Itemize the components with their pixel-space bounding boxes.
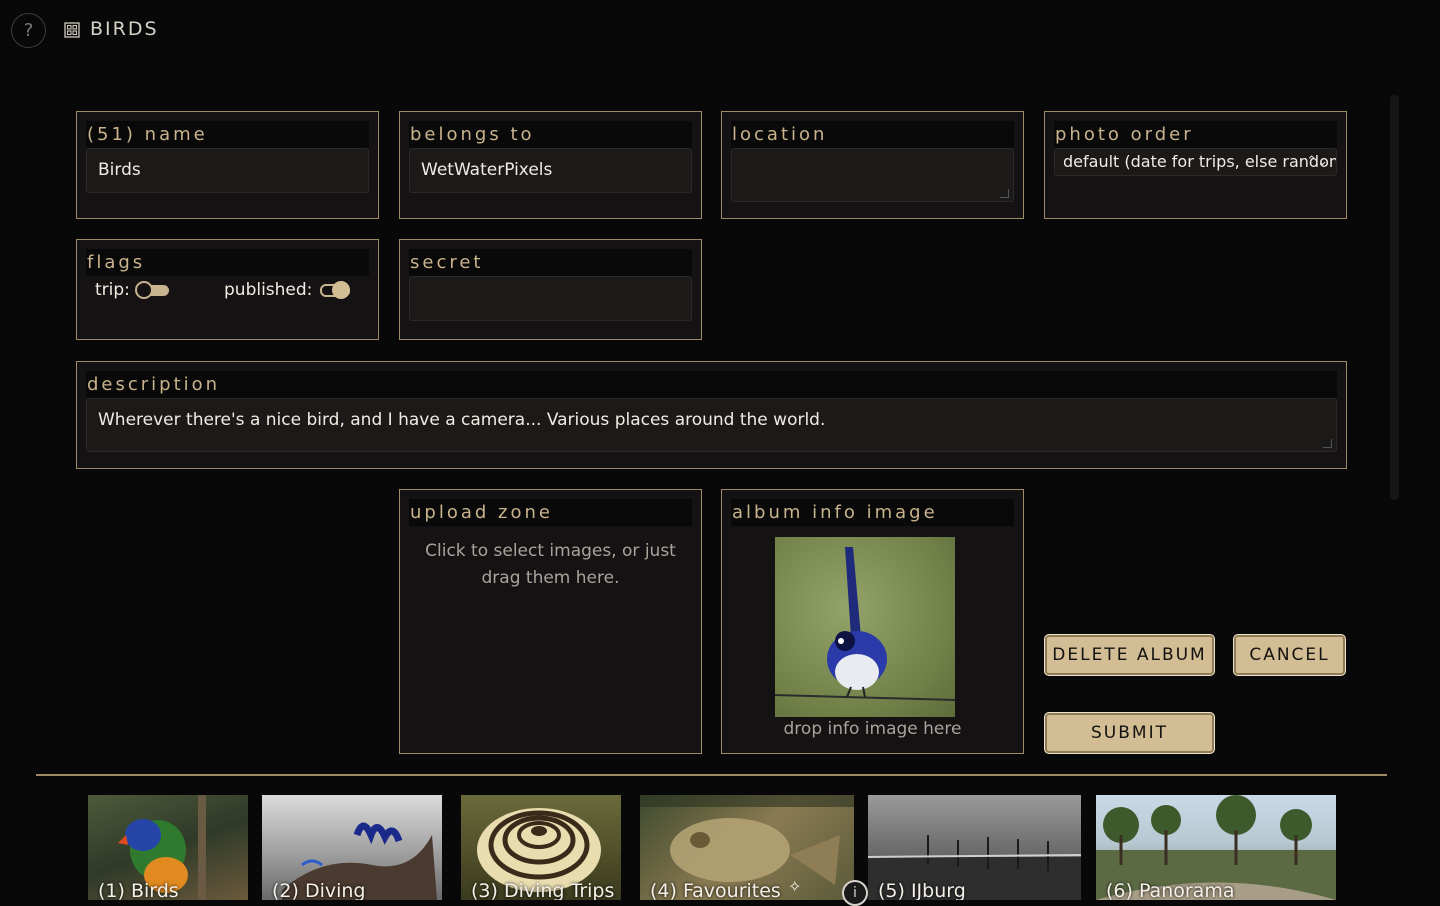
published-toggle[interactable] (318, 281, 354, 299)
album-label: (5) IJburg (878, 880, 966, 900)
description-label: description (86, 371, 1337, 398)
help-button[interactable]: ? (11, 13, 46, 48)
album-label: (4) Favourites (650, 880, 781, 900)
trip-flag: trip: (95, 280, 171, 300)
photo-order-panel: photo order default (date for trips, els… (1044, 111, 1347, 219)
chevron-updown-icon: ⌃⌄ (1306, 154, 1328, 169)
flags-label: flags (86, 249, 369, 276)
album-thumb[interactable]: (5) IJburg (868, 795, 1081, 900)
name-input[interactable]: Birds (86, 148, 369, 193)
description-value: Wherever there's a nice bird, and I have… (98, 410, 826, 430)
published-flag: published: (224, 280, 354, 300)
photo-order-select[interactable]: default (date for trips, else random) ⌃⌄ (1054, 148, 1337, 176)
album-info-image (775, 537, 955, 717)
help-icon: ? (23, 20, 34, 41)
album-label: (1) Birds (98, 880, 179, 900)
scrollbar[interactable] (1390, 95, 1399, 500)
location-panel: location (721, 111, 1024, 219)
page-title: BIRDS (90, 18, 159, 40)
description-textarea[interactable]: Wherever there's a nice bird, and I have… (86, 398, 1337, 452)
album-label: (3) Diving Trips (471, 880, 615, 900)
description-panel: description Wherever there's a nice bird… (76, 361, 1347, 469)
resize-handle-icon[interactable] (1000, 189, 1009, 198)
album-thumb[interactable]: (3) Diving Trips (461, 795, 621, 900)
belongs-to-label: belongs to (409, 121, 692, 148)
belongs-to-panel: belongs to WetWaterPixels (399, 111, 702, 219)
secret-panel: secret (399, 239, 702, 340)
secret-input[interactable] (409, 276, 692, 321)
album-info-image-panel[interactable]: album info image drop info image here (721, 489, 1024, 754)
pencil-icon[interactable]: ✧ (788, 877, 801, 896)
info-image-drop-hint: drop info image here (783, 719, 962, 739)
album-thumb[interactable]: (6) Panorama (1096, 795, 1336, 900)
divider (36, 774, 1387, 776)
photo-order-value: default (date for trips, else random) (1063, 152, 1337, 171)
name-label: (51) name (86, 121, 369, 148)
flags-panel: flags trip: published: (76, 239, 379, 340)
grid-icon[interactable] (64, 22, 80, 38)
location-input[interactable] (731, 148, 1014, 202)
upload-hint: Click to select images, or just drag the… (425, 541, 676, 588)
album-label: (6) Panorama (1106, 880, 1235, 900)
info-icon[interactable]: i (842, 880, 868, 906)
album-thumb[interactable]: (4) Favourites ✧ (640, 795, 854, 900)
album-label: (2) Diving (272, 880, 366, 900)
photo-order-label: photo order (1054, 121, 1337, 148)
album-thumb[interactable]: (2) Diving (262, 795, 442, 900)
upload-zone-label: upload zone (409, 499, 692, 526)
resize-handle-icon[interactable] (1323, 439, 1332, 448)
album-info-image-label: album info image (731, 499, 1014, 526)
submit-button[interactable]: SUBMIT (1044, 712, 1215, 754)
location-label: location (731, 121, 1014, 148)
delete-album-button[interactable]: DELETE ALBUM (1044, 634, 1215, 676)
trip-label: trip: (95, 280, 130, 300)
belongs-to-input[interactable]: WetWaterPixels (409, 148, 692, 193)
cancel-button[interactable]: CANCEL (1233, 634, 1346, 676)
published-label: published: (224, 280, 313, 300)
name-panel: (51) name Birds (76, 111, 379, 219)
top-bar: ? BIRDS (0, 0, 1440, 60)
album-thumb[interactable]: (1) Birds (88, 795, 248, 900)
trip-toggle[interactable] (135, 281, 171, 299)
upload-zone[interactable]: upload zone Click to select images, or j… (399, 489, 702, 754)
secret-label: secret (409, 249, 692, 276)
